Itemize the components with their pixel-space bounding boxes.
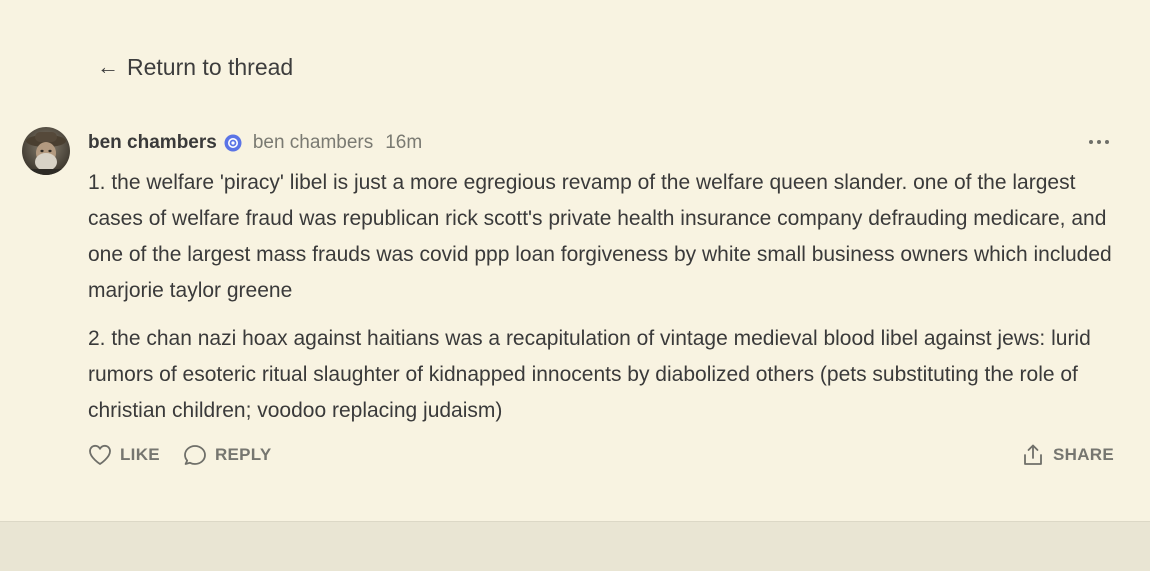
- more-options-button[interactable]: [1086, 132, 1112, 152]
- avatar-image: [22, 127, 70, 175]
- like-button[interactable]: LIKE: [88, 444, 160, 466]
- share-button[interactable]: SHARE: [1021, 443, 1114, 467]
- post-paragraph-1: 1. the welfare 'piracy' libel is just a …: [88, 171, 1112, 302]
- share-label: SHARE: [1052, 445, 1114, 464]
- avatar[interactable]: [22, 127, 70, 175]
- heart-icon: [89, 444, 111, 465]
- arrow-left-icon: ←: [97, 54, 119, 79]
- return-to-thread-label: Return to thread: [127, 54, 294, 80]
- like-label: LIKE: [120, 445, 160, 464]
- reply-button[interactable]: REPLY: [183, 444, 272, 466]
- post-timestamp[interactable]: 16m: [385, 132, 422, 154]
- post-panel: ← Return to thread ben chambers ben cham…: [0, 0, 1150, 522]
- speech-bubble-icon: [184, 445, 206, 465]
- post-actions: LIKE REPLY SHARE: [88, 441, 1114, 469]
- more-horizontal-icon: [1089, 140, 1109, 144]
- post-paragraph-2: 2. the chan nazi hoax against haitians w…: [88, 327, 1091, 422]
- author-name[interactable]: ben chambers: [88, 132, 217, 154]
- reply-label: REPLY: [214, 445, 272, 464]
- post-body: 1. the welfare 'piracy' libel is just a …: [88, 165, 1118, 441]
- share-upload-icon: [1024, 444, 1042, 465]
- return-to-thread-link[interactable]: ← Return to thread: [97, 52, 293, 82]
- verified-badge-icon: [224, 134, 242, 152]
- post-header: ben chambers ben chambers 16m: [88, 128, 422, 158]
- author-handle[interactable]: ben chambers: [253, 132, 373, 154]
